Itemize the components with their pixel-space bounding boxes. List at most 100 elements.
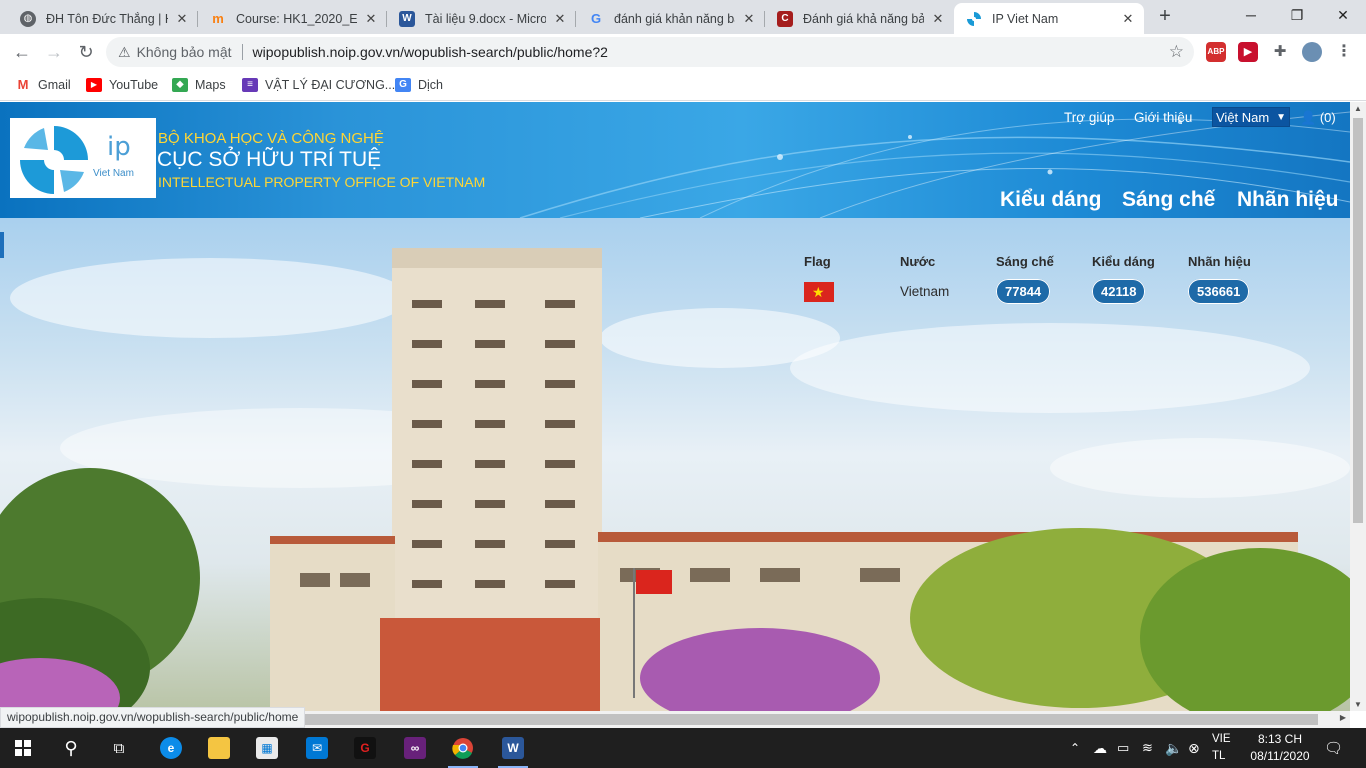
menu-icon[interactable]: ⋮ xyxy=(1334,42,1354,62)
close-icon[interactable]: ✕ xyxy=(363,11,379,27)
ip-vietnam-logo[interactable]: ip Viet Nam xyxy=(10,118,156,198)
store-app[interactable]: ▦ xyxy=(244,728,290,768)
office-building-image xyxy=(0,248,1350,711)
nav-designs[interactable]: Kiểu dáng xyxy=(1000,188,1102,212)
close-window-button[interactable]: ✕ xyxy=(1320,4,1366,26)
battery-icon[interactable]: ▭ xyxy=(1117,728,1129,768)
close-icon[interactable]: ✕ xyxy=(552,11,568,27)
volume-icon[interactable]: 🔈 xyxy=(1165,728,1182,768)
bookmarks-bar: M Gmail ▶ YouTube ⬥ Maps ≡ VẬT LÝ ĐẠI CƯ… xyxy=(0,70,1366,101)
security-label[interactable]: Không bảo mật xyxy=(137,44,232,60)
file-explorer-app[interactable] xyxy=(196,728,242,768)
bookmark-label: Maps xyxy=(195,78,226,92)
cart-count: (0) xyxy=(1319,110,1336,125)
close-icon[interactable]: ✕ xyxy=(174,11,190,27)
new-tab-button[interactable]: + xyxy=(1153,5,1177,29)
bookmark-translate[interactable]: G Dịch xyxy=(395,75,443,95)
word-app[interactable]: W xyxy=(490,728,536,768)
garena-app[interactable]: G xyxy=(342,728,388,768)
bookmark-label: VẬT LÝ ĐẠI CƯƠNG... xyxy=(265,78,396,92)
forms-icon: ≡ xyxy=(242,78,258,92)
tab-ip-vietnam[interactable]: IP Viet Nam ✕ xyxy=(954,3,1144,34)
star-icon: ★ xyxy=(812,284,825,300)
scroll-right-icon[interactable]: ▶ xyxy=(1340,713,1346,722)
maps-icon: ⬥ xyxy=(172,78,188,92)
puzzle-icon[interactable]: ✚ xyxy=(1270,42,1290,62)
hero-accent-bar xyxy=(0,232,4,258)
search-icon[interactable]: ⚲ xyxy=(48,728,94,768)
tab-tdtu[interactable]: ◍ ĐH Tôn Đức Thắng | Hệ ✕ xyxy=(8,3,198,34)
bookmark-physics[interactable]: ≡ VẬT LÝ ĐẠI CƯƠNG... xyxy=(242,75,395,95)
wifi-icon[interactable]: ≋ xyxy=(1142,728,1153,768)
maximize-button[interactable]: ❐ xyxy=(1274,4,1320,26)
garena-icon: G xyxy=(354,737,376,759)
bookmark-gmail[interactable]: M Gmail xyxy=(15,75,71,95)
bookmark-maps[interactable]: ⬥ Maps xyxy=(172,75,226,95)
notification-muted-icon[interactable]: ⊗ xyxy=(1188,728,1200,768)
nav-patents[interactable]: Sáng chế xyxy=(1122,188,1215,212)
word-icon: W xyxy=(502,737,524,759)
close-icon[interactable]: ✕ xyxy=(1120,11,1136,27)
chrome-app[interactable] xyxy=(440,728,486,768)
warning-icon[interactable]: ⚠ xyxy=(118,44,131,61)
link-status-bubble: wipopublish.noip.gov.vn/wopublish-search… xyxy=(0,707,306,728)
header-patents: Sáng chế xyxy=(996,254,1054,269)
action-center-icon[interactable]: 🗨 xyxy=(1324,728,1343,768)
system-clock[interactable]: 8:13 CH 08/11/2020 xyxy=(1240,731,1320,765)
mail-app[interactable]: ✉ xyxy=(294,728,340,768)
edge-app[interactable]: e xyxy=(148,728,194,768)
close-icon[interactable]: ✕ xyxy=(741,11,757,27)
bookmark-label: Gmail xyxy=(38,78,71,92)
address-bar[interactable]: ⚠ Không bảo mật wipopublish.noip.gov.vn/… xyxy=(106,37,1194,67)
tab-evaluation[interactable]: C Đánh giá khả năng bảo ✕ xyxy=(765,3,954,34)
minimize-button[interactable]: ─ xyxy=(1228,4,1274,26)
url-text[interactable]: wipopublish.noip.gov.vn/wopublish-search… xyxy=(253,44,608,60)
logo-mark-icon xyxy=(20,126,88,194)
user-cart[interactable]: 👤 (0) xyxy=(1300,110,1336,126)
header-designs: Kiểu dáng xyxy=(1092,254,1155,269)
tab-title: IP Viet Nam xyxy=(992,11,1059,26)
header-flag: Flag xyxy=(804,254,831,269)
tab-course[interactable]: m Course: HK1_2020_E011 ✕ xyxy=(198,3,387,34)
scroll-thumb[interactable] xyxy=(1353,118,1363,523)
tab-word[interactable]: W Tài liệu 9.docx - Microsof ✕ xyxy=(387,3,576,34)
tab-title: đánh giá khản năng bả xyxy=(614,11,735,26)
input-language[interactable]: VIE TL xyxy=(1212,731,1238,765)
vertical-scrollbar[interactable]: ▲ ▼ xyxy=(1350,102,1366,711)
vietnam-flag-icon[interactable]: ★ xyxy=(804,282,834,302)
site-icon: C xyxy=(777,10,793,27)
mail-icon: ✉ xyxy=(306,737,328,759)
country-select[interactable]: Việt Nam ▼ xyxy=(1212,107,1290,127)
close-icon[interactable]: ✕ xyxy=(930,11,946,27)
visual-studio-app[interactable]: ∞ xyxy=(392,728,438,768)
youtube-icon: ▶ xyxy=(86,78,102,92)
header-trademarks: Nhãn hiệu xyxy=(1188,254,1251,269)
scroll-up-icon[interactable]: ▲ xyxy=(1350,104,1366,113)
scroll-down-icon[interactable]: ▼ xyxy=(1350,700,1366,709)
patents-count-badge[interactable]: 77844 xyxy=(996,279,1051,304)
help-link[interactable]: Trợ giúp xyxy=(1064,110,1114,125)
language-code: VIE xyxy=(1212,733,1231,745)
extension-icon[interactable]: ▶ xyxy=(1238,42,1258,62)
task-view-icon[interactable]: ⧉ xyxy=(96,728,142,768)
trademarks-count-badge[interactable]: 536661 xyxy=(1188,279,1250,304)
tray-expand-icon[interactable]: ⌃ xyxy=(1070,728,1080,768)
bookmark-youtube[interactable]: ▶ YouTube xyxy=(86,75,158,95)
folder-icon xyxy=(208,737,230,759)
adblock-icon[interactable]: ABP xyxy=(1206,42,1226,62)
reload-button[interactable]: ↻ xyxy=(74,40,98,64)
forward-button[interactable]: → xyxy=(42,40,66,64)
tab-google[interactable]: G đánh giá khản năng bả ✕ xyxy=(576,3,765,34)
designs-count-badge[interactable]: 42118 xyxy=(1092,279,1146,304)
back-button[interactable]: ← xyxy=(10,40,34,64)
nav-trademarks[interactable]: Nhãn hiệu xyxy=(1237,188,1339,212)
hero-photo: Flag Nước Sáng chế Kiểu dáng Nhãn hiệu ★… xyxy=(0,218,1350,711)
bookmark-star-icon[interactable]: ☆ xyxy=(1169,42,1184,62)
clock-time: 8:13 CH xyxy=(1257,732,1303,746)
start-button[interactable] xyxy=(0,728,46,768)
onedrive-icon[interactable]: ☁ xyxy=(1093,728,1107,768)
profile-avatar[interactable] xyxy=(1302,42,1322,62)
bookmark-label: Dịch xyxy=(418,78,444,92)
about-link[interactable]: Giới thiệu xyxy=(1134,110,1192,125)
tab-title: ĐH Tôn Đức Thắng | Hệ xyxy=(46,11,168,26)
